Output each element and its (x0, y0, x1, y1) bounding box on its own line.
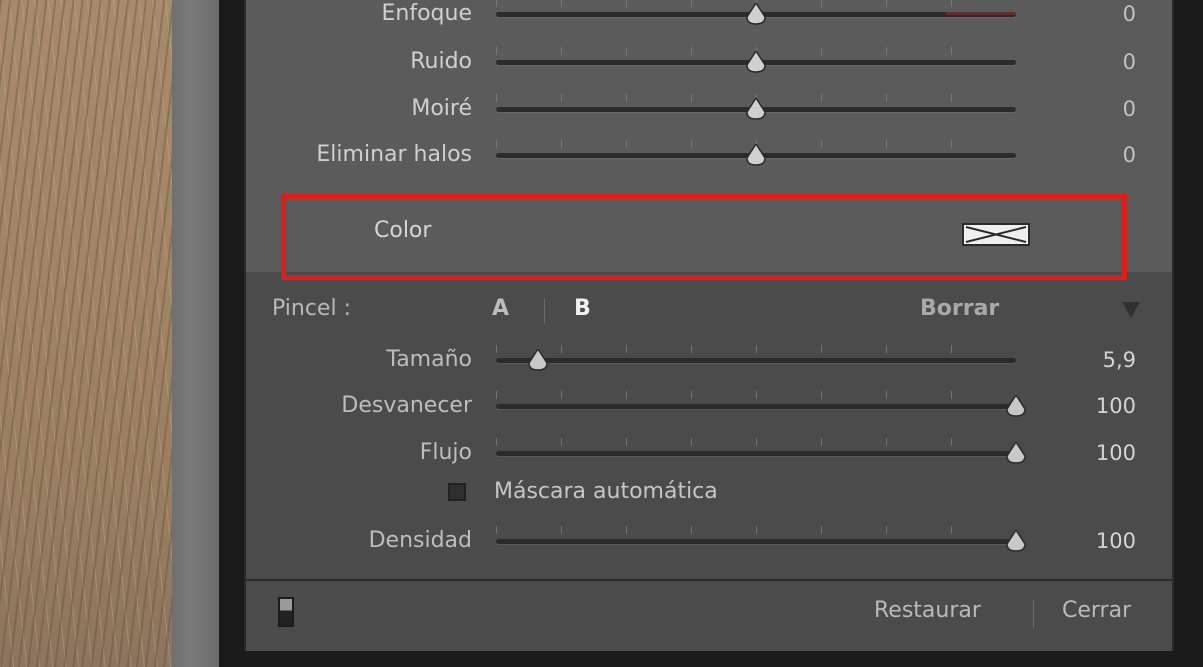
slider-label: Moiré (411, 96, 472, 121)
slider-ticks (496, 345, 1016, 353)
slider-row-flow: Flujo 100 (246, 433, 1172, 473)
slider-color-indicator (946, 12, 1016, 15)
feather-slider-thumb[interactable] (1006, 395, 1026, 417)
feather-slider-track[interactable] (496, 404, 1016, 409)
slider-value: 5,9 (1102, 348, 1136, 372)
brush-label: Pincel : (272, 296, 351, 321)
noise-slider-thumb[interactable] (746, 51, 766, 73)
slider-label: Tamaño (386, 347, 472, 372)
brush-erase-option[interactable]: Borrar (920, 296, 999, 321)
defringe-slider-thumb[interactable] (746, 144, 766, 166)
slider-label: Desvanecer (341, 393, 472, 418)
brush-option-separator (544, 298, 545, 324)
slider-value: 100 (1095, 394, 1136, 418)
slider-ticks (496, 526, 1016, 534)
density-slider-track[interactable] (496, 539, 1016, 544)
brush-b-option[interactable]: B (574, 296, 591, 321)
slider-label: Flujo (419, 440, 472, 465)
footer-divider (246, 579, 1172, 581)
slider-row-noise: Ruido 0 (246, 42, 1172, 82)
adjustment-brush-panel: Enfoque 0 Ruido 0 Moiré 0 Eliminar halos… (244, 0, 1174, 651)
slider-row-density: Densidad 100 (246, 521, 1172, 561)
slider-value: 0 (1122, 143, 1136, 167)
slider-value: 0 (1122, 50, 1136, 74)
slider-label: Densidad (368, 528, 472, 553)
slider-row-sharpness: Enfoque 0 (246, 0, 1172, 34)
sharpness-slider-thumb[interactable] (746, 3, 766, 25)
auto-mask-checkbox[interactable] (448, 483, 466, 501)
slider-row-defringe: Eliminar halos 0 (246, 135, 1172, 175)
slider-row-moire: Moiré 0 (246, 89, 1172, 129)
slider-row-feather: Desvanecer 100 (246, 386, 1172, 426)
collapse-triangle-icon[interactable] (1122, 302, 1140, 318)
footer-separator (1033, 600, 1034, 628)
photo-preview (0, 0, 172, 667)
moire-slider-thumb[interactable] (746, 98, 766, 120)
panel-divider (172, 0, 219, 667)
slider-value: 100 (1095, 441, 1136, 465)
flow-slider-track[interactable] (496, 451, 1016, 456)
slider-ticks (496, 438, 1016, 446)
slider-label: Eliminar halos (316, 142, 472, 167)
slider-value: 0 (1122, 97, 1136, 121)
slider-row-size: Tamaño 5,9 (246, 340, 1172, 380)
panel-toggle-icon[interactable] (278, 597, 294, 627)
size-slider-track[interactable] (496, 358, 1016, 363)
size-slider-thumb[interactable] (527, 349, 548, 371)
close-button[interactable]: Cerrar (1062, 598, 1131, 623)
reset-button[interactable]: Restaurar (874, 598, 981, 623)
auto-mask-label[interactable]: Máscara automática (494, 479, 718, 504)
slider-value: 100 (1095, 529, 1136, 553)
brush-a-option[interactable]: A (492, 296, 509, 321)
slider-label: Ruido (410, 49, 472, 74)
color-highlight-box (281, 194, 1127, 280)
slider-label: Enfoque (381, 1, 473, 26)
flow-slider-thumb[interactable] (1006, 442, 1026, 464)
slider-value: 0 (1122, 2, 1136, 26)
density-slider-thumb[interactable] (1006, 530, 1026, 552)
slider-ticks (496, 391, 1016, 399)
